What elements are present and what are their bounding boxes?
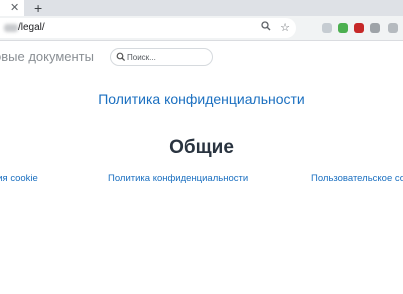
new-tab-button[interactable]: + xyxy=(34,0,42,16)
extension-icon[interactable] xyxy=(354,23,364,33)
url-domain-redacted xyxy=(4,24,18,32)
close-tab-icon[interactable]: ✕ xyxy=(10,0,19,16)
extension-icon[interactable] xyxy=(388,23,398,33)
bookmark-star-icon[interactable]: ☆ xyxy=(278,21,292,35)
url-text[interactable]: /legal/ xyxy=(18,21,45,35)
browser-tab[interactable]: ✕ xyxy=(0,0,24,16)
search-icon xyxy=(116,52,126,62)
site-title[interactable]: овые документы xyxy=(0,49,94,65)
zoom-icon[interactable] xyxy=(259,21,273,35)
address-bar[interactable]: /legal/ ☆ xyxy=(0,18,296,38)
privacy-policy-link[interactable]: Политика конфиденциальности xyxy=(108,173,248,185)
search-box[interactable] xyxy=(110,48,213,66)
extension-icon[interactable] xyxy=(338,23,348,33)
extension-icon[interactable] xyxy=(322,23,332,33)
search-input[interactable] xyxy=(127,50,207,64)
extension-icon[interactable] xyxy=(370,23,380,33)
browser-toolbar: /legal/ ☆ xyxy=(0,16,403,41)
section-title: Общие xyxy=(169,137,234,158)
browser-tab-strip: ✕ + xyxy=(0,0,403,16)
cookie-policy-link[interactable]: ния cookie xyxy=(0,173,38,185)
user-agreement-link[interactable]: Пользовательское со xyxy=(311,173,403,185)
site-header: овые документы xyxy=(0,41,403,74)
privacy-policy-heading-link[interactable]: Политика конфиденциальности xyxy=(0,90,403,108)
